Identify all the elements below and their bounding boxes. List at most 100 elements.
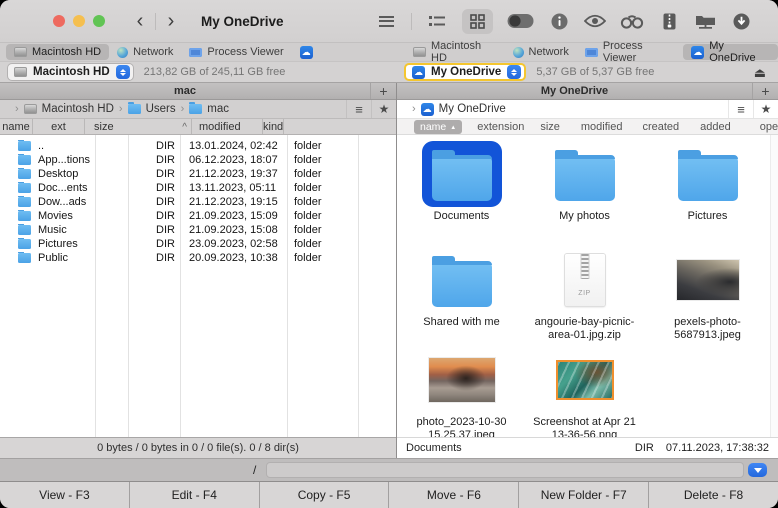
breadcrumb-separator-icon: › [15, 103, 19, 115]
drive-stepper-icon[interactable] [116, 65, 130, 79]
nav-separator [155, 13, 156, 30]
table-row[interactable]: Pictures DIR 23.09.2023, 02:58 folder [0, 237, 396, 251]
favorites-star-icon[interactable]: ★ [753, 100, 778, 118]
column-header[interactable]: added [700, 121, 731, 133]
grid-item[interactable]: pexels-photo-5687913.jpeg [646, 247, 769, 347]
thumbnail-view-icon[interactable] [462, 9, 493, 34]
favorite-item[interactable]: Macintosh HD [6, 44, 109, 60]
function-button[interactable]: Edit - F4 [130, 482, 260, 508]
row-name-cell: Public [0, 252, 95, 264]
toggle-switch-icon[interactable] [507, 9, 534, 33]
command-history-chevron-icon[interactable] [748, 463, 767, 477]
grid-item[interactable]: Screenshot at Apr 21 13-36-56.png [523, 347, 646, 437]
table-row[interactable]: Desktop DIR 21.12.2023, 19:37 folder [0, 167, 396, 181]
left-pane: mac + › Macintosh HD › [0, 83, 397, 458]
function-button[interactable]: Move - F6 [389, 482, 519, 508]
column-header[interactable]: kind [263, 119, 284, 134]
table-row[interactable]: App...tions DIR 06.12.2023, 18:07 folder [0, 153, 396, 167]
function-button[interactable]: Copy - F5 [260, 482, 390, 508]
favorite-item[interactable]: Network [109, 44, 181, 60]
search-binoculars-icon[interactable] [620, 9, 644, 33]
grid-item-label: Shared with me [423, 316, 499, 329]
favorite-item[interactable] [292, 44, 326, 60]
brief-view-icon[interactable] [426, 9, 448, 33]
vertical-scrollbar[interactable] [770, 135, 778, 437]
column-header[interactable]: modified [192, 119, 263, 134]
zoom-button[interactable] [93, 15, 105, 27]
file-name: Dow...ads [38, 196, 86, 208]
toolbar-separator [411, 13, 412, 30]
column-header[interactable]: name [0, 119, 33, 134]
favorite-icon [585, 48, 598, 57]
favorite-item[interactable]: Process Viewer [577, 44, 683, 60]
table-row[interactable]: Doc...ents DIR 13.11.2023, 05:11 folder [0, 181, 396, 195]
grid-item[interactable]: Pictures [646, 141, 769, 247]
sidebar-toggle-icon[interactable] [375, 9, 397, 33]
network-share-icon[interactable] [694, 9, 716, 33]
column-header[interactable]: created [642, 121, 679, 133]
minimize-button[interactable] [73, 15, 85, 27]
favorite-item[interactable]: My OneDrive [683, 44, 778, 60]
table-row[interactable]: Movies DIR 21.09.2023, 15:09 folder [0, 209, 396, 223]
table-row[interactable]: .. DIR 13.01.2024, 02:42 folder [0, 139, 396, 153]
favorite-item[interactable]: Network [505, 44, 577, 60]
back-button[interactable]: ‹ [127, 11, 153, 31]
download-icon[interactable] [730, 9, 752, 33]
favorite-item[interactable]: Macintosh HD [405, 44, 505, 60]
breadcrumb-item[interactable]: › Users [114, 103, 176, 115]
add-tab-button[interactable]: + [370, 83, 396, 99]
breadcrumb-item[interactable]: › My OneDrive [407, 103, 506, 116]
column-header[interactable]: extension [477, 121, 524, 133]
preview-eye-icon[interactable] [584, 9, 606, 33]
favorites-star-icon[interactable]: ★ [371, 100, 396, 118]
function-button[interactable]: New Folder - F7 [519, 482, 649, 508]
forward-button[interactable]: › [158, 11, 184, 31]
left-tab-label[interactable]: mac [0, 85, 370, 97]
eject-icon[interactable]: ⏏ [754, 66, 766, 79]
info-icon[interactable] [548, 9, 570, 33]
archive-zip-icon[interactable] [658, 9, 680, 33]
favorite-icon [117, 47, 128, 58]
right-drive-selector[interactable]: My OneDrive [404, 63, 526, 81]
grid-item[interactable]: Documents [400, 141, 523, 247]
breadcrumb-label: Macintosh HD [42, 103, 114, 115]
column-header[interactable]: size [85, 119, 192, 134]
path-menu-icon[interactable]: ≡ [346, 100, 371, 118]
path-menu-icon[interactable]: ≡ [728, 100, 753, 118]
favorite-item[interactable]: Process Viewer [181, 44, 291, 60]
favorite-label: Network [133, 46, 173, 58]
breadcrumb-item[interactable]: › Macintosh HD [10, 103, 114, 115]
right-tab-strip: My OneDrive + [397, 83, 778, 100]
left-drive-selector[interactable]: Macintosh HD [7, 63, 134, 81]
function-button[interactable]: View - F3 [0, 482, 130, 508]
drive-stepper-icon[interactable] [507, 65, 521, 79]
file-modified: 13.11.2023, 05:11 [180, 182, 287, 194]
file-kind: folder [287, 168, 358, 180]
column-header[interactable]: size [540, 121, 560, 133]
column-header[interactable]: modified [581, 121, 623, 133]
close-button[interactable] [53, 15, 65, 27]
function-button[interactable]: Delete - F8 [649, 482, 778, 508]
grid-item[interactable]: photo_2023-10-30 15.25.37.jpeg [400, 347, 523, 437]
function-key-bar: View - F3 Edit - F4 Copy - F5 Move - F6 … [0, 481, 778, 508]
table-row[interactable]: Music DIR 21.09.2023, 15:08 folder [0, 223, 396, 237]
column-header[interactable]: opened [760, 121, 778, 133]
table-row[interactable]: Public DIR 20.09.2023, 10:38 folder [0, 251, 396, 265]
function-button-label: Delete - F8 [684, 488, 743, 502]
breadcrumb-label: mac [207, 103, 229, 115]
add-tab-button[interactable]: + [752, 83, 778, 99]
table-row[interactable]: Dow...ads DIR 21.12.2023, 19:15 folder [0, 195, 396, 209]
grid-item[interactable]: Shared with me [400, 247, 523, 347]
hard-drive-icon [14, 67, 27, 77]
right-tab-label[interactable]: My OneDrive [397, 85, 752, 97]
file-kind: folder [287, 182, 358, 194]
file-modified: 06.12.2023, 18:07 [180, 154, 287, 166]
file-name: Desktop [38, 168, 78, 180]
favorite-label: Network [529, 46, 569, 58]
column-header[interactable]: ext [33, 119, 85, 134]
column-header[interactable]: name [414, 120, 462, 134]
grid-item[interactable]: ZIP angourie-bay-picnic-area-01.jpg.zip [523, 247, 646, 347]
grid-item[interactable]: My photos [523, 141, 646, 247]
breadcrumb-item[interactable]: › mac [176, 103, 229, 115]
command-input[interactable] [266, 462, 744, 478]
